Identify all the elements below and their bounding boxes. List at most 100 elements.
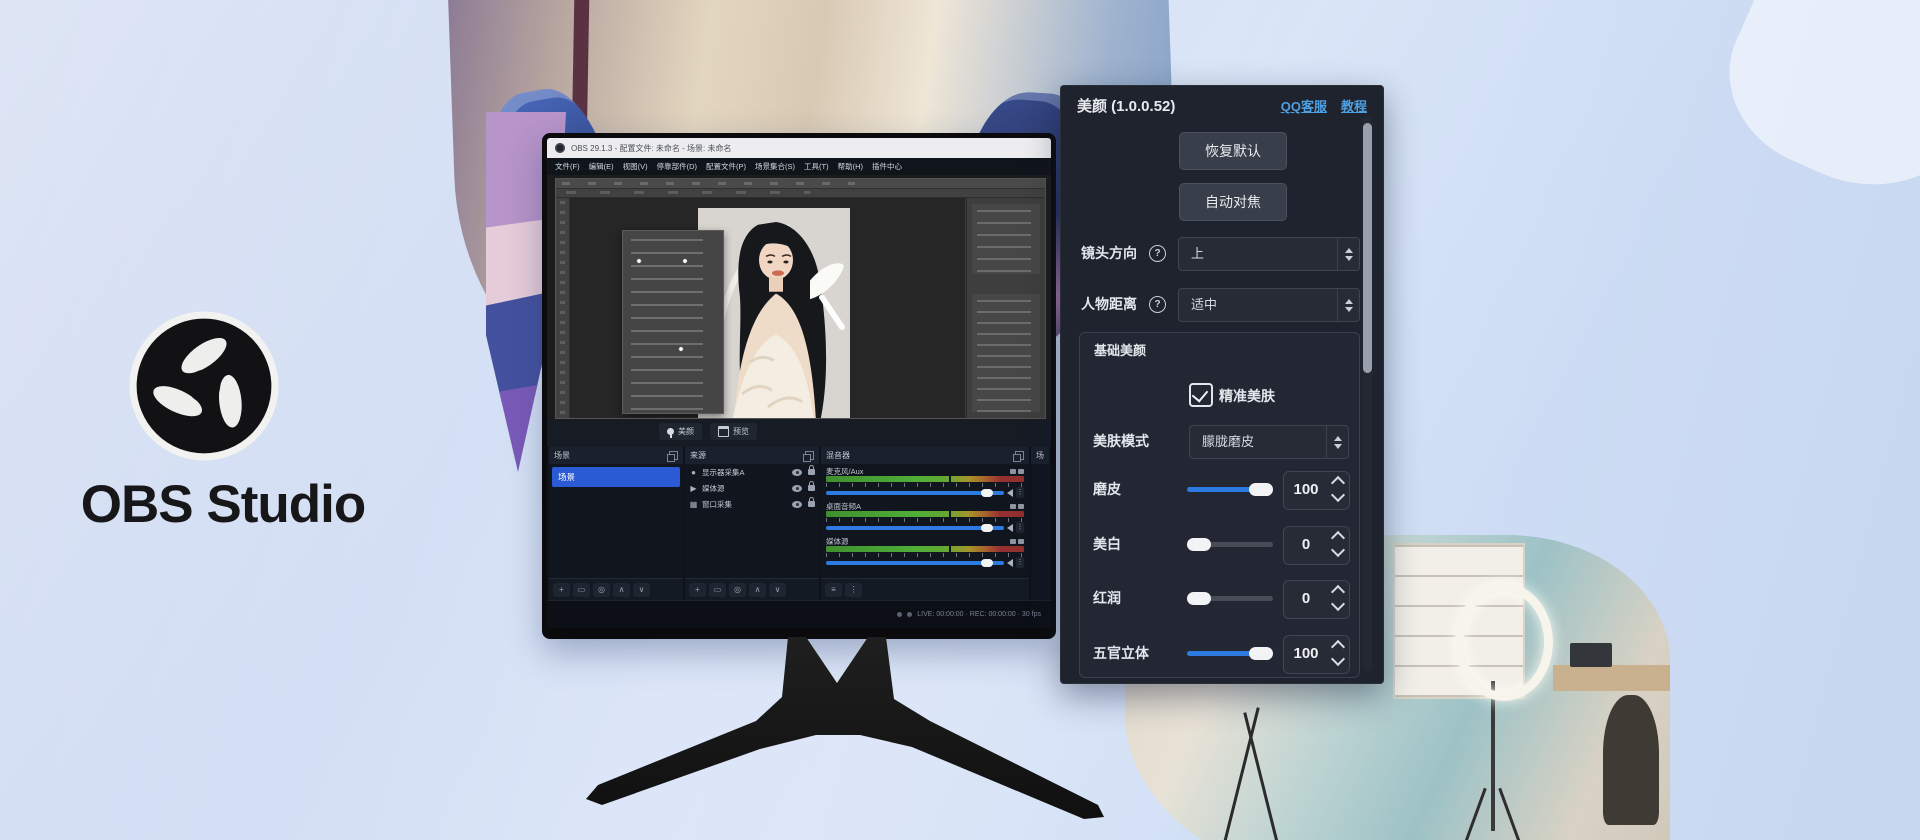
popout-icon[interactable] <box>805 451 814 460</box>
window-capture-icon: ▦ <box>689 500 698 509</box>
precise-skin-label: 精准美肤 <box>1219 386 1275 406</box>
menu-plugin-center[interactable]: 插件中心 <box>872 161 902 172</box>
visibility-icon[interactable] <box>792 469 802 476</box>
decrement-icon[interactable] <box>1331 488 1345 502</box>
restore-defaults-button[interactable]: 恢复默认 <box>1179 132 1287 170</box>
source-up-button[interactable]: ∧ <box>749 583 766 597</box>
volume-slider-handle[interactable] <box>981 489 993 497</box>
tutorial-link[interactable]: 教程 <box>1341 96 1367 115</box>
slider-handle[interactable] <box>1249 647 1273 660</box>
menu-file[interactable]: 文件(F) <box>555 161 580 172</box>
obs-window: OBS 29.1.3 - 配置文件: 未命名 - 场景: 未命名 文件(F) 编… <box>547 138 1051 628</box>
lens-direction-row: 镜头方向 ? 上 <box>1061 237 1383 269</box>
speaker-icon[interactable] <box>1007 559 1013 567</box>
menu-view[interactable]: 视图(V) <box>623 161 648 172</box>
panel-scrollbar[interactable] <box>1363 116 1372 672</box>
decrement-icon[interactable] <box>1331 543 1345 557</box>
channel-icons <box>1010 539 1024 544</box>
remove-scene-button[interactable]: ▭ <box>573 583 590 597</box>
visibility-icon[interactable] <box>792 501 802 508</box>
lock-icon[interactable] <box>808 469 815 475</box>
mixer-menu-button[interactable]: ⋮ <box>845 583 862 597</box>
slider-label: 红润 <box>1093 580 1121 617</box>
menu-edit[interactable]: 编辑(E) <box>589 161 614 172</box>
source-list-item[interactable]: ▦ 窗口采集 <box>685 496 819 512</box>
pin-icon <box>667 428 674 435</box>
menu-tools[interactable]: 工具(T) <box>804 161 829 172</box>
lock-icon[interactable] <box>808 501 815 507</box>
volume-slider[interactable] <box>826 526 1004 530</box>
qq-support-link[interactable]: QQ客服 <box>1281 96 1327 115</box>
monitor: OBS 29.1.3 - 配置文件: 未命名 - 场景: 未命名 文件(F) 编… <box>542 133 1056 639</box>
whitening-slider[interactable] <box>1187 538 1273 551</box>
volume-slider-handle[interactable] <box>981 524 993 532</box>
add-source-button[interactable]: + <box>689 583 706 597</box>
slider-handle[interactable] <box>1187 538 1211 551</box>
mixer-settings-button[interactable]: ≡ <box>825 583 842 597</box>
popout-icon[interactable] <box>1015 451 1024 460</box>
sources-dock: 来源 ● 显示器采集A ▶ 媒体源 <box>685 447 819 600</box>
menu-scene-collection[interactable]: 场景集合(S) <box>755 161 795 172</box>
skin-mode-label: 美肤模式 <box>1093 425 1149 457</box>
menu-help[interactable]: 帮助(H) <box>838 161 863 172</box>
slider-handle[interactable] <box>1249 483 1273 496</box>
scene-list-item[interactable]: 场景 <box>552 467 680 487</box>
audio-mixer-dock: 混音器 麦克风/Aux ⋮ <box>821 447 1029 600</box>
slider-handle[interactable] <box>1187 592 1211 605</box>
select-spinner[interactable] <box>1326 426 1348 458</box>
dock-tab-preview[interactable]: 预览 <box>710 423 757 440</box>
skin-mode-select[interactable]: 朦胧磨皮 <box>1189 425 1349 459</box>
record-status-icon <box>907 612 912 617</box>
obs-wordmark: OBS Studio <box>58 474 388 535</box>
scene-down-button[interactable]: ∨ <box>633 583 650 597</box>
volume-slider[interactable] <box>826 561 1004 565</box>
menu-docks[interactable]: 停靠部件(D) <box>657 161 697 172</box>
add-scene-button[interactable]: + <box>553 583 570 597</box>
dock-tab-beauty[interactable]: 美颜 <box>659 423 702 440</box>
obs-logo <box>128 310 280 462</box>
display-capture-icon: ● <box>689 468 698 477</box>
autofocus-button[interactable]: 自动对焦 <box>1179 183 1287 221</box>
face-3d-value-spinbox[interactable]: 100 <box>1283 635 1350 674</box>
smoothing-slider-row: 磨皮 100 <box>1061 471 1383 508</box>
source-list-item[interactable]: ▶ 媒体源 <box>685 480 819 496</box>
scrollbar-thumb[interactable] <box>1363 123 1372 373</box>
decrement-icon[interactable] <box>1331 597 1345 611</box>
select-spinner[interactable] <box>1337 238 1359 270</box>
scene-up-button[interactable]: ∧ <box>613 583 630 597</box>
visibility-icon[interactable] <box>792 485 802 492</box>
smoothing-slider[interactable] <box>1187 483 1273 496</box>
person-distance-select[interactable]: 适中 <box>1178 288 1360 322</box>
source-list-item[interactable]: ● 显示器采集A <box>685 464 819 480</box>
help-icon[interactable]: ? <box>1149 245 1166 262</box>
remove-source-button[interactable]: ▭ <box>709 583 726 597</box>
source-down-button[interactable]: ∨ <box>769 583 786 597</box>
volume-slider-handle[interactable] <box>981 559 993 567</box>
lens-direction-select[interactable]: 上 <box>1178 237 1360 271</box>
dock-tab-row: 美颜 预览 <box>547 419 1051 447</box>
lock-icon[interactable] <box>808 485 815 491</box>
channel-menu-button[interactable]: ⋮ <box>1016 557 1024 568</box>
channel-menu-button[interactable]: ⋮ <box>1016 487 1024 498</box>
select-spinner[interactable] <box>1337 289 1359 321</box>
popout-icon[interactable] <box>669 451 678 460</box>
transitions-dock: 场景过渡 <box>1031 447 1049 600</box>
whitening-value-spinbox[interactable]: 0 <box>1283 526 1350 565</box>
rosy-value-spinbox[interactable]: 0 <box>1283 580 1350 619</box>
menu-profile[interactable]: 配置文件(P) <box>706 161 746 172</box>
speaker-icon[interactable] <box>1007 524 1013 532</box>
face-3d-slider[interactable] <box>1187 647 1273 660</box>
volume-slider[interactable] <box>826 491 1004 495</box>
rosy-slider[interactable] <box>1187 592 1273 605</box>
precise-skin-checkbox[interactable] <box>1189 383 1213 407</box>
source-properties-button[interactable]: ◎ <box>729 583 746 597</box>
help-icon[interactable]: ? <box>1149 296 1166 313</box>
channel-menu-button[interactable]: ⋮ <box>1016 522 1024 533</box>
scene-filters-button[interactable]: ◎ <box>593 583 610 597</box>
decrement-icon[interactable] <box>1331 652 1345 666</box>
speaker-icon[interactable] <box>1007 489 1013 497</box>
smoothing-value-spinbox[interactable]: 100 <box>1283 471 1350 510</box>
mixer-dock-title: 混音器 <box>826 450 850 461</box>
media-source-icon: ▶ <box>689 484 698 493</box>
ps-canvas <box>570 198 965 418</box>
